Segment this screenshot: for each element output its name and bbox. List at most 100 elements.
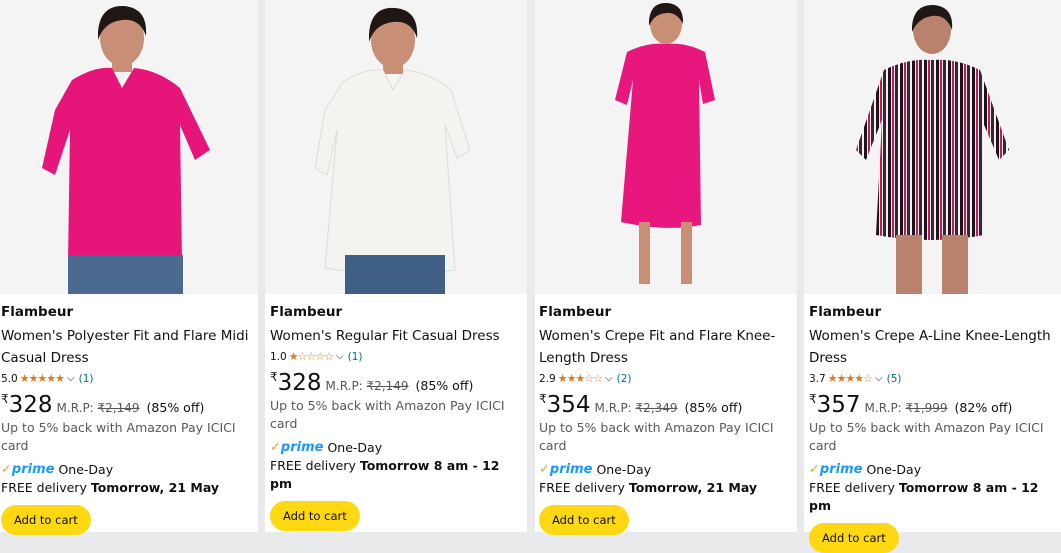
star-rating-icon[interactable]: ★★★☆☆ bbox=[558, 372, 603, 386]
currency-symbol: ₹ bbox=[270, 370, 278, 384]
prime-logo: prime bbox=[819, 462, 863, 477]
mrp-value: ₹2,149 bbox=[366, 379, 409, 393]
prime-logo: prime bbox=[549, 462, 593, 477]
prime-badge: ✓ prime One-Day bbox=[270, 439, 523, 457]
delivery-date: Tomorrow, 21 May bbox=[90, 480, 220, 495]
prime-check-icon: ✓ bbox=[539, 462, 550, 477]
review-count-link[interactable]: (5) bbox=[887, 372, 902, 386]
delivery-info: FREE delivery Tomorrow, 21 May bbox=[539, 479, 793, 497]
price-row[interactable]: ₹357 M.R.P: ₹1,999 (82% off) bbox=[809, 391, 1057, 418]
prime-speed: One-Day bbox=[596, 462, 652, 477]
mrp-value: ₹1,999 bbox=[905, 401, 948, 415]
brand-name: Flambeur bbox=[1, 304, 74, 320]
chevron-down-icon[interactable]: ⌵ bbox=[875, 372, 883, 386]
chevron-down-icon[interactable]: ⌵ bbox=[67, 372, 75, 386]
price-row[interactable]: ₹328 M.R.P: ₹2,149 (85% off) bbox=[1, 391, 254, 418]
prime-badge: ✓ prime One-Day bbox=[1, 461, 254, 479]
delivery-date: Tomorrow, 21 May bbox=[628, 480, 758, 495]
product-image[interactable] bbox=[0, 0, 258, 294]
prime-badge: ✓ prime One-Day bbox=[809, 461, 1057, 479]
prime-check-icon: ✓ bbox=[270, 440, 281, 455]
cashback-offer: Up to 5% back with Amazon Pay ICICI card bbox=[809, 420, 1044, 453]
prime-speed: One-Day bbox=[327, 440, 383, 455]
mrp-label: M.R.P: ₹2,349 bbox=[595, 401, 678, 415]
delivery-prefix: FREE delivery bbox=[270, 458, 356, 473]
rating-row[interactable]: 3.7 ★★★★☆ ⌵ (5) bbox=[809, 371, 1057, 387]
star-rating-icon[interactable]: ★☆☆☆☆ bbox=[289, 350, 334, 364]
mrp-label-text: M.R.P: bbox=[56, 401, 94, 415]
product-title[interactable]: Women's Regular Fit Casual Dress bbox=[270, 325, 523, 347]
brand-name: Flambeur bbox=[809, 304, 882, 320]
title-line-2[interactable]: Casual Dress bbox=[1, 350, 89, 366]
product-card[interactable]: Flambeur Women's Crepe A-Line Knee-Lengt… bbox=[804, 0, 1061, 553]
cashback-offer: Up to 5% back with Amazon Pay ICICI card bbox=[270, 398, 505, 431]
product-card[interactable]: Flambeur Women's Crepe Fit and Flare Kne… bbox=[535, 0, 797, 535]
rating-row[interactable]: 2.9 ★★★☆☆ ⌵ (2) bbox=[539, 371, 793, 387]
prime-speed: One-Day bbox=[58, 462, 114, 477]
mrp-value: ₹2,149 bbox=[97, 401, 140, 415]
cashback-offer: Up to 5% back with Amazon Pay ICICI card bbox=[539, 420, 774, 453]
chevron-down-icon[interactable]: ⌵ bbox=[336, 350, 344, 364]
review-count-link[interactable]: (1) bbox=[348, 350, 363, 364]
prime-badge: ✓ prime One-Day bbox=[539, 461, 793, 479]
add-to-cart-button[interactable]: Add to cart bbox=[809, 523, 899, 553]
delivery-prefix: FREE delivery bbox=[809, 480, 895, 495]
review-count-link[interactable]: (1) bbox=[79, 372, 94, 386]
delivery-info: FREE delivery Tomorrow, 21 May bbox=[1, 479, 254, 497]
title-line-2[interactable]: Length Dress bbox=[539, 350, 628, 366]
product-title[interactable]: Women's Crepe A-Line Knee-Length Dress bbox=[809, 325, 1057, 369]
prime-check-icon: ✓ bbox=[1, 462, 12, 477]
discount-text: (85% off) bbox=[415, 378, 474, 393]
cashback-offer: Up to 5% back with Amazon Pay ICICI card bbox=[1, 420, 236, 453]
rating-row[interactable]: 5.0 ★★★★★ ⌵ (1) bbox=[1, 371, 254, 387]
price-row[interactable]: ₹354 M.R.P: ₹2,349 (85% off) bbox=[539, 391, 793, 418]
product-image[interactable] bbox=[265, 0, 527, 294]
title-line-1[interactable]: Women's Regular Fit Casual Dress bbox=[270, 328, 500, 344]
mrp-label: M.R.P: ₹2,149 bbox=[57, 401, 140, 415]
currency-symbol: ₹ bbox=[1, 392, 9, 406]
price-value: 354 bbox=[546, 392, 591, 418]
rating-value: 5.0 bbox=[1, 373, 18, 385]
delivery-prefix: FREE delivery bbox=[1, 480, 87, 495]
chevron-down-icon[interactable]: ⌵ bbox=[605, 372, 613, 386]
add-to-cart-button[interactable]: Add to cart bbox=[1, 505, 91, 535]
add-to-cart-button[interactable]: Add to cart bbox=[270, 501, 360, 531]
star-rating-icon[interactable]: ★★★★★ bbox=[20, 372, 65, 386]
product-title[interactable]: Women's Polyester Fit and Flare Midi Casu… bbox=[1, 325, 254, 369]
title-line-1[interactable]: Women's Crepe Fit and Flare Knee- bbox=[539, 328, 775, 344]
add-to-cart-button[interactable]: Add to cart bbox=[539, 505, 629, 535]
mrp-label-text: M.R.P: bbox=[864, 401, 902, 415]
rating-value: 3.7 bbox=[809, 373, 826, 385]
title-line-2[interactable]: Dress bbox=[809, 350, 847, 366]
brand-name: Flambeur bbox=[539, 304, 612, 320]
mrp-label: M.R.P: ₹2,149 bbox=[326, 379, 409, 393]
price-value: 357 bbox=[816, 392, 861, 418]
star-rating-icon[interactable]: ★★★★☆ bbox=[828, 372, 873, 386]
price-row[interactable]: ₹328 M.R.P: ₹2,149 (85% off) bbox=[270, 369, 523, 396]
delivery-prefix: FREE delivery bbox=[539, 480, 625, 495]
rating-value: 2.9 bbox=[539, 373, 556, 385]
currency-symbol: ₹ bbox=[539, 392, 547, 406]
product-image[interactable] bbox=[535, 0, 797, 294]
price-value: 328 bbox=[8, 392, 53, 418]
prime-speed: One-Day bbox=[866, 462, 922, 477]
prime-logo: prime bbox=[11, 462, 55, 477]
rating-value: 1.0 bbox=[270, 351, 287, 363]
product-title[interactable]: Women's Crepe Fit and Flare Knee- Length … bbox=[539, 325, 793, 369]
delivery-info: FREE delivery Tomorrow 8 am - 12 pm bbox=[809, 479, 1057, 515]
title-line-1[interactable]: Women's Polyester Fit and Flare Midi bbox=[1, 328, 248, 344]
delivery-info: FREE delivery Tomorrow 8 am - 12 pm bbox=[270, 457, 523, 493]
prime-logo: prime bbox=[280, 440, 324, 455]
prime-check-icon: ✓ bbox=[809, 462, 820, 477]
product-card[interactable]: Flambeur Women's Polyester Fit and Flare… bbox=[0, 0, 258, 535]
rating-row[interactable]: 1.0 ★☆☆☆☆ ⌵ (1) bbox=[270, 349, 523, 365]
currency-symbol: ₹ bbox=[809, 392, 817, 406]
product-image[interactable] bbox=[804, 0, 1061, 294]
mrp-label: M.R.P: ₹1,999 bbox=[865, 401, 948, 415]
product-card[interactable]: Flambeur Women's Regular Fit Casual Dres… bbox=[265, 0, 527, 532]
title-line-1[interactable]: Women's Crepe A-Line Knee-Length bbox=[809, 328, 1051, 344]
mrp-label-text: M.R.P: bbox=[594, 401, 632, 415]
discount-text: (85% off) bbox=[146, 400, 205, 415]
review-count-link[interactable]: (2) bbox=[617, 372, 632, 386]
mrp-value: ₹2,349 bbox=[635, 401, 678, 415]
